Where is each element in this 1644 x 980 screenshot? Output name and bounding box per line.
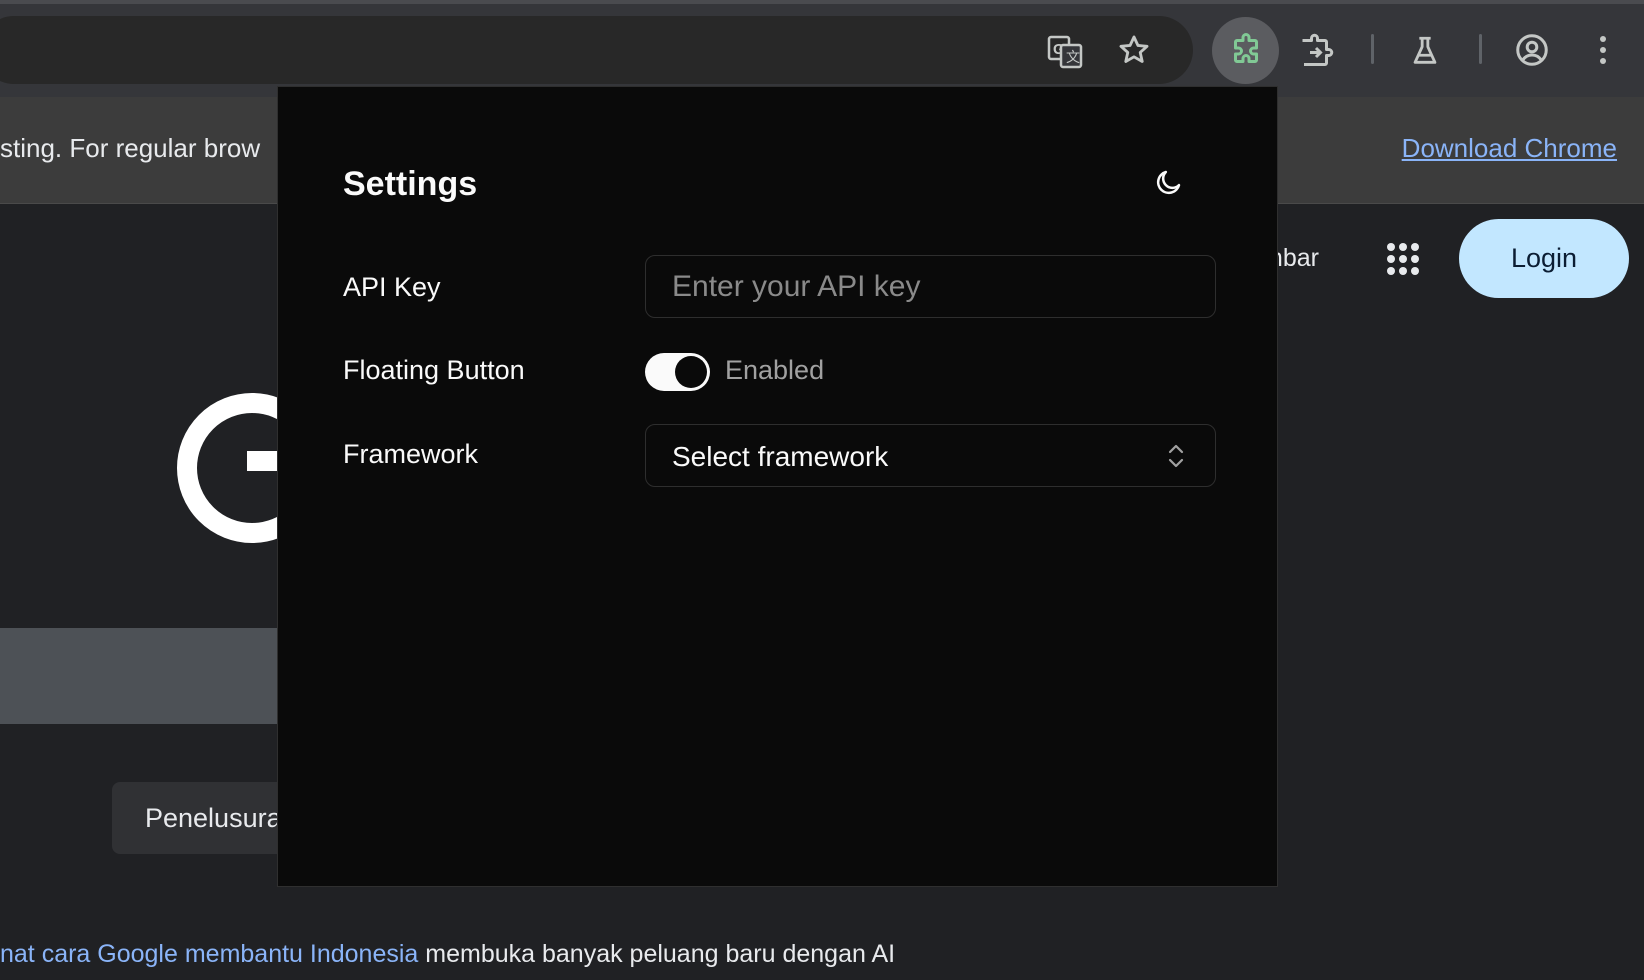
download-chrome-link[interactable]: Download Chrome [1402, 133, 1617, 164]
login-button[interactable]: Login [1459, 219, 1629, 298]
framework-label: Framework [343, 439, 479, 469]
search-box[interactable] [0, 628, 290, 724]
footer-promo: nat cara Google membantu Indonesia membu… [0, 940, 895, 969]
labs-flask-icon[interactable] [1405, 31, 1445, 71]
svg-text:文: 文 [1066, 50, 1080, 66]
settings-popup: Settings API Key Floating Button Enabled… [277, 86, 1278, 887]
moon-icon [1156, 170, 1181, 195]
profile-icon[interactable] [1512, 30, 1552, 70]
google-apps-icon[interactable] [1385, 241, 1421, 277]
bookmark-star-icon[interactable] [1115, 31, 1153, 69]
extensions-icon[interactable] [1296, 31, 1336, 71]
puzzle-extension-icon[interactable] [1226, 31, 1266, 71]
api-key-input[interactable] [645, 255, 1216, 318]
floating-button-state: Enabled [725, 355, 825, 385]
menu-kebab-icon[interactable] [1585, 30, 1621, 70]
footer-promo-link[interactable]: nat cara Google membantu Indonesia [0, 940, 418, 968]
floating-button-toggle[interactable] [645, 353, 710, 391]
footer-promo-text: membuka banyak peluang baru dengan AI [418, 940, 896, 968]
floating-button-label: Floating Button [343, 355, 525, 385]
infobar-message: sting. For regular brow [0, 133, 261, 163]
popup-title: Settings [343, 165, 478, 203]
api-key-label: API Key [343, 272, 441, 302]
chevrons-up-down-icon [1168, 444, 1184, 468]
framework-select-value: Select framework [672, 441, 889, 472]
toggle-knob [675, 356, 707, 388]
address-bar[interactable] [0, 16, 1193, 84]
toolbar-separator [1371, 34, 1374, 64]
theme-toggle-button[interactable] [1152, 165, 1186, 199]
framework-select[interactable]: Select framework [645, 424, 1216, 487]
browser-toolbar: G 文 [0, 0, 1644, 97]
toolbar-top-edge [0, 0, 1644, 4]
translate-icon[interactable]: G 文 [1045, 31, 1085, 71]
toolbar-separator [1479, 34, 1482, 64]
